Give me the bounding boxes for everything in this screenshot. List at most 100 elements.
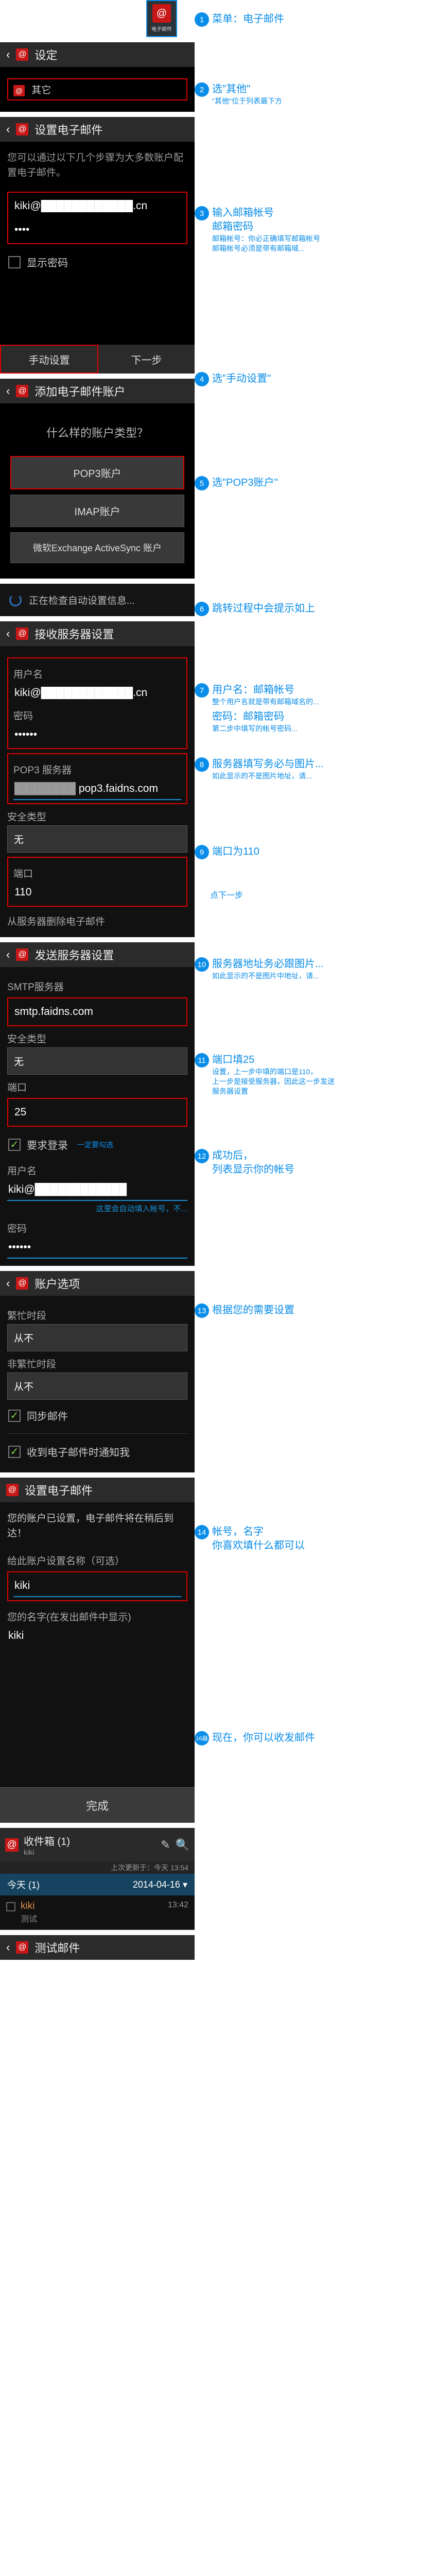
add-account-header: ‹ @ 添加电子邮件账户 (0, 379, 195, 403)
mail-from: kiki (21, 1901, 163, 1912)
step-10-text: 服务器地址务必跟图片...如此显示的不是图片中地址，请... (212, 957, 324, 981)
notify-checkbox[interactable]: 收到电子邮件时通知我 (7, 1438, 187, 1465)
imap-button[interactable]: IMAP账户 (10, 495, 184, 527)
show-password-checkbox[interactable]: 显示密码 (7, 248, 187, 276)
step-11-text: 端口填25设置，上一步中填的端口是110， 上一步是接受服务器，因此这一步发送 … (212, 1053, 335, 1096)
mail-item[interactable]: kiki 测试 13:42 (0, 1895, 195, 1930)
email-icon: @ (16, 948, 28, 961)
email-icon: @ (16, 385, 28, 397)
step-badge: 7 (195, 683, 209, 698)
back-icon[interactable]: ‹ (6, 384, 10, 398)
username-input[interactable] (13, 683, 181, 703)
email-input[interactable] (13, 196, 181, 216)
step-badge: 16器 (195, 1731, 209, 1745)
back-icon[interactable]: ‹ (6, 1277, 10, 1290)
manual-setup-button[interactable]: 手动设置 (0, 345, 98, 374)
pop3-button[interactable]: POP3账户 (11, 457, 183, 488)
step-5-text: 选"POP3账户" (212, 476, 278, 490)
busy-select[interactable]: 从不 (7, 1324, 187, 1351)
step-badge: 6 (195, 602, 209, 616)
username-label: 用户名 (7, 1163, 187, 1177)
account-name-input[interactable] (13, 1575, 181, 1597)
setup-description: 您可以通过以下几个步骤为大多数账户配置电子邮件。 (7, 149, 187, 188)
back-icon[interactable]: ‹ (6, 627, 10, 640)
test-mail-header: ‹ @ 测试邮件 (0, 1935, 195, 1960)
checkbox-checked-icon (8, 1139, 21, 1151)
port-label: 端口 (7, 1080, 187, 1094)
back-icon[interactable]: ‹ (6, 123, 10, 136)
compose-icon[interactable]: ✎ (161, 1838, 170, 1852)
checkbox-checked-icon (8, 1410, 21, 1422)
step-badge: 12 (195, 1149, 209, 1163)
spinner-icon (9, 594, 22, 606)
step-6-text: 跳转过程中会提示如上 (212, 602, 315, 616)
email-icon: @ (5, 1838, 19, 1852)
back-icon[interactable]: ‹ (6, 1941, 10, 1954)
checkbox-icon (8, 256, 21, 268)
display-name-input[interactable] (7, 1625, 187, 1646)
exchange-button[interactable]: 微软Exchange ActiveSync 账户 (10, 532, 184, 563)
inbox-header: @ 收件箱 (1) kiki ✎ 🔍 (0, 1828, 195, 1861)
setup-header: ‹ @ 设置电子邮件 (0, 117, 195, 142)
step-badge: 11 (195, 1053, 209, 1067)
require-login-checkbox[interactable]: 要求登录 一定要勾选 (7, 1131, 187, 1158)
busy-label: 繁忙时段 (7, 1308, 187, 1322)
inbox-account: kiki (24, 1848, 155, 1856)
step-13-text: 根据您的需要设置 (212, 1303, 294, 1317)
email-icon: @ (16, 1941, 28, 1954)
email-icon: @ (16, 628, 28, 640)
other-option[interactable]: @ 其它 (7, 78, 187, 100)
options-header: ‹ @ 账户选项 (0, 1271, 195, 1296)
security-label: 安全类型 (7, 1031, 187, 1045)
step-1-text: 菜单：电子邮件 (212, 12, 284, 26)
step-12-text: 成功后， 列表显示你的帐号 (212, 1149, 294, 1177)
email-icon: @ (6, 1484, 19, 1496)
port-label: 端口 (13, 866, 181, 880)
final-header: @ 设置电子邮件 (0, 1478, 195, 1502)
security-label: 安全类型 (7, 809, 187, 823)
password-label: 密码 (7, 1221, 187, 1235)
pop3-server-label: POP3 服务器 (13, 762, 181, 776)
idle-select[interactable]: 从不 (7, 1372, 187, 1400)
security-select[interactable]: 无 (7, 1047, 187, 1075)
account-type-question: 什么样的账户类型？ (10, 414, 184, 451)
checkbox-icon[interactable] (6, 1902, 15, 1911)
step-2-text: 选"其他""其他"位于列表最下方 (212, 82, 282, 106)
security-select[interactable]: 无 (7, 825, 187, 853)
step-badge: 13 (195, 1303, 209, 1318)
email-icon: @ (152, 4, 171, 23)
username-label: 用户名 (13, 667, 181, 681)
step-9b-text: 点下一步 (210, 890, 243, 902)
next-button[interactable]: 下一步 (98, 345, 195, 374)
step-badge: 5 (195, 476, 209, 490)
idle-label: 非繁忙时段 (7, 1357, 187, 1370)
back-icon[interactable]: ‹ (6, 948, 10, 961)
search-icon[interactable]: 🔍 (176, 1838, 189, 1852)
send-password-input[interactable] (7, 1237, 187, 1259)
done-button[interactable]: 完成 (0, 1787, 195, 1823)
pop3-server-input[interactable]: ████████ pop3.faidns.com (13, 778, 181, 800)
checking-status: 正在检查自动设置信息... (0, 584, 195, 616)
inbox-title: 收件箱 (1) (24, 1833, 155, 1848)
smtp-input[interactable] (13, 1002, 181, 1022)
step-badge: 10 (195, 957, 209, 972)
chevron-down-icon[interactable]: ▾ (183, 1879, 187, 1890)
username-note: 这里会自动填入帐号，不... (7, 1201, 187, 1216)
smtp-port-input[interactable] (13, 1102, 181, 1123)
sync-checkbox[interactable]: 同步邮件 (7, 1402, 187, 1429)
display-name-label: 您的名字(在发出邮件中显示) (7, 1609, 187, 1623)
step-7-text: 用户名：邮箱帐号整个用户名就是带有邮箱域名的...密码：邮箱密码第二步中填写的帐… (212, 683, 319, 734)
step-4-text: 选"手动设置" (212, 372, 271, 386)
step-16-text: 现在，你可以收发邮件 (212, 1731, 315, 1745)
date-header: 今天 (1) 2014-04-16 ▾ (0, 1874, 195, 1895)
password-input[interactable] (13, 219, 181, 240)
port-input[interactable] (13, 882, 181, 903)
password-input[interactable] (13, 724, 181, 745)
settings-header: ‹ @ 设定 (0, 42, 195, 67)
success-message: 您的账户已设置，电子邮件将在稍后到达！ (7, 1510, 187, 1548)
app-icon-email[interactable]: @ 电子邮件 (146, 0, 177, 37)
send-username-input[interactable]: kiki@████████████ (7, 1179, 187, 1201)
back-icon[interactable]: ‹ (6, 48, 10, 61)
step-14-text: 帐号，名字 你喜欢填什么都可以 (212, 1525, 305, 1553)
smtp-label: SMTP服务器 (7, 979, 187, 993)
